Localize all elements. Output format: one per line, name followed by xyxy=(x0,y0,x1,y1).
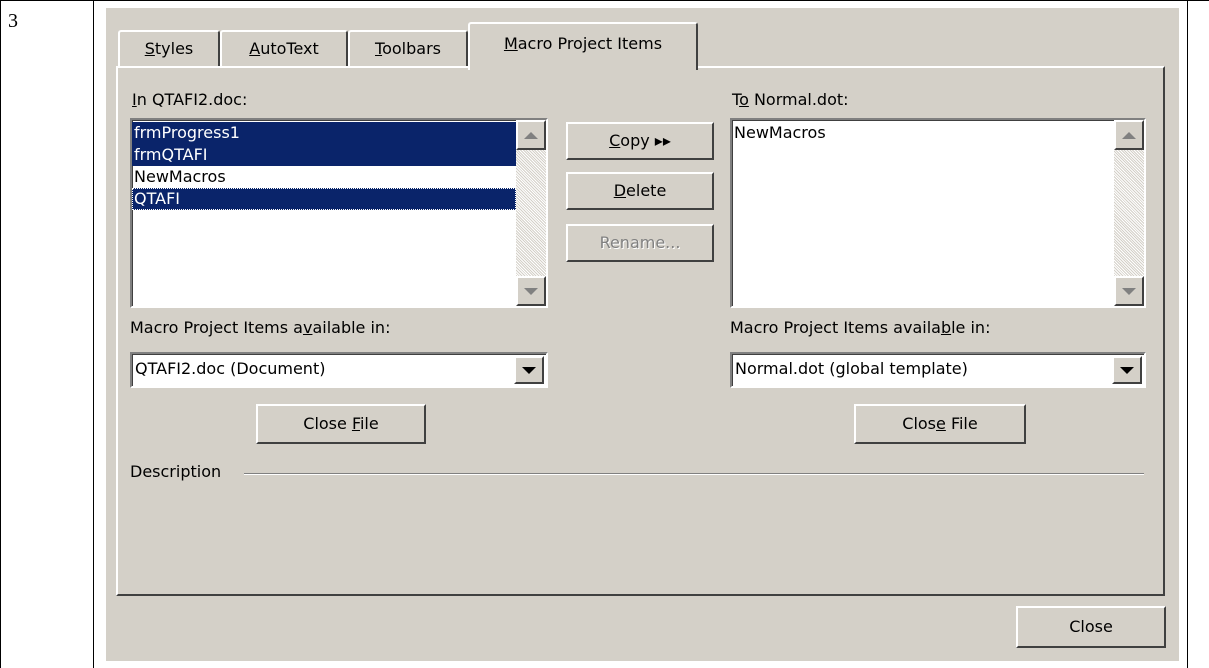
list-item[interactable]: NewMacros xyxy=(132,166,516,188)
table-border-left xyxy=(0,0,1,668)
target-items-list[interactable]: NewMacros xyxy=(730,118,1146,308)
arrow-down-icon xyxy=(524,287,538,295)
table-border-divider xyxy=(93,0,94,668)
target-list-scrollbar[interactable] xyxy=(1114,120,1144,306)
description-separator xyxy=(244,473,1144,475)
list-item[interactable]: frmProgress1 xyxy=(132,122,516,144)
arrow-up-icon xyxy=(1122,131,1136,139)
delete-button[interactable]: Delete xyxy=(566,172,714,210)
scroll-down-button[interactable] xyxy=(516,276,546,306)
left-list-label: In QTAFI2.doc: xyxy=(132,90,248,109)
step-number: 3 xyxy=(8,10,18,32)
left-available-label: Macro Project Items available in: xyxy=(130,318,391,337)
target-items: NewMacros xyxy=(732,122,1114,144)
right-list-label: To Normal.dot: xyxy=(732,90,849,109)
copy-button[interactable]: Copy ▸▸ xyxy=(566,122,714,160)
scroll-up-button[interactable] xyxy=(516,120,546,150)
left-available-select[interactable]: QTAFI2.doc (Document) xyxy=(130,352,548,388)
tab-styles[interactable]: Styles xyxy=(118,30,220,66)
right-available-value: Normal.dot (global template) xyxy=(735,359,968,378)
source-items-list[interactable]: frmProgress1 frmQTAFI NewMacros QTAFI xyxy=(130,118,548,308)
arrow-down-icon xyxy=(1122,287,1136,295)
list-item[interactable]: NewMacros xyxy=(732,122,1114,144)
close-button[interactable]: Close xyxy=(1016,606,1166,648)
arrow-up-icon xyxy=(524,131,538,139)
right-available-label: Macro Project Items available in: xyxy=(730,318,991,337)
tab-styles-mnemonic: S xyxy=(144,39,155,58)
tab-toolbars[interactable]: Toolbars xyxy=(348,30,468,66)
right-dropdown-button[interactable] xyxy=(1112,356,1142,384)
chevron-down-icon xyxy=(522,366,536,374)
left-close-file-button[interactable]: Close File xyxy=(256,404,426,444)
table-border-right xyxy=(1187,0,1188,668)
organizer-dialog: Styles AutoText Toolbars Macro Project I… xyxy=(106,8,1179,661)
left-dropdown-button[interactable] xyxy=(514,356,544,384)
tab-autotext-mnemonic: A xyxy=(249,39,261,58)
list-item[interactable]: QTAFI xyxy=(132,188,516,210)
tab-macro-project-items[interactable]: Macro Project Items xyxy=(468,22,698,70)
list-item[interactable]: frmQTAFI xyxy=(132,144,516,166)
right-available-select[interactable]: Normal.dot (global template) xyxy=(730,352,1146,388)
source-items: frmProgress1 frmQTAFI NewMacros QTAFI xyxy=(132,122,516,210)
rename-button[interactable]: Rename... xyxy=(566,224,714,262)
right-close-file-button[interactable]: Close File xyxy=(854,404,1026,444)
tab-autotext[interactable]: AutoText xyxy=(220,30,348,66)
scroll-down-button[interactable] xyxy=(1114,276,1144,306)
left-available-value: QTAFI2.doc (Document) xyxy=(135,359,326,378)
chevron-down-icon xyxy=(1120,366,1134,374)
source-list-scrollbar[interactable] xyxy=(516,120,546,306)
tab-macro-mnemonic: M xyxy=(503,34,518,53)
description-label: Description xyxy=(130,462,230,481)
scroll-up-button[interactable] xyxy=(1114,120,1144,150)
table-border-top xyxy=(0,0,1209,1)
